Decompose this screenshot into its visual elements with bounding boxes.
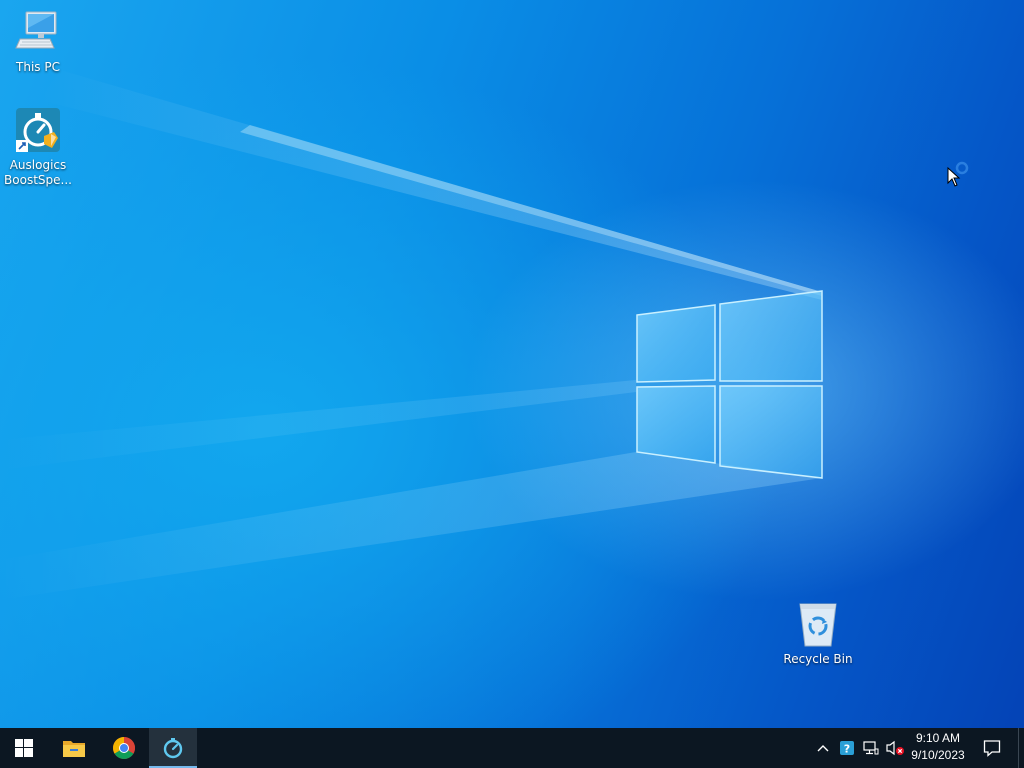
desktop[interactable]: This PC Auslogics BoostSpe... Recycle Bi… xyxy=(0,0,1024,728)
clock-time: 9:10 AM xyxy=(915,731,961,745)
google-chrome-icon xyxy=(113,737,135,759)
desktop-icon-auslogics-boostspeed[interactable]: Auslogics BoostSpe... xyxy=(0,106,76,188)
desktop-icon-label: Recycle Bin xyxy=(783,652,853,666)
desktop-icon-recycle-bin[interactable]: Recycle Bin xyxy=(780,600,856,667)
boostspeed-taskbar-button[interactable] xyxy=(149,728,197,768)
action-center-icon xyxy=(983,740,1001,757)
action-center-button[interactable] xyxy=(972,728,1012,768)
show-desktop-button[interactable] xyxy=(1018,728,1019,768)
wallpaper-light-beams xyxy=(0,70,823,600)
busy-cursor-icon xyxy=(947,161,969,187)
svg-text:?: ? xyxy=(844,743,850,756)
volume-button[interactable] xyxy=(884,728,906,768)
computer-monitor-icon xyxy=(14,8,62,56)
clock-date: 9/10/2023 xyxy=(911,748,965,762)
help-question-icon: ? xyxy=(840,741,854,756)
chevron-up-icon xyxy=(817,745,829,752)
chrome-button[interactable] xyxy=(100,728,148,768)
volume-muted-icon xyxy=(886,740,904,756)
desktop-icon-label: Auslogics BoostSpe... xyxy=(4,158,72,187)
auslogics-boostspeed-icon xyxy=(14,106,62,154)
windows-logo-glass xyxy=(636,290,823,479)
network-icon xyxy=(863,741,879,755)
auslogics-boostspeed-icon xyxy=(163,738,183,759)
show-hidden-icons-button[interactable] xyxy=(812,728,834,768)
clock[interactable]: 9:10 AM 9/10/2023 xyxy=(906,730,970,766)
desktop-icon-this-pc[interactable]: This PC xyxy=(0,8,76,75)
windows-start-icon xyxy=(15,739,33,757)
taskbar: ? 9:10 AM 9/10/2023 xyxy=(0,728,1024,768)
start-button[interactable] xyxy=(0,728,48,768)
desktop-icon-label: This PC xyxy=(16,60,60,74)
tray-help-button[interactable]: ? xyxy=(836,728,858,768)
network-button[interactable] xyxy=(860,728,882,768)
file-explorer-button[interactable] xyxy=(50,728,98,768)
recycle-bin-icon xyxy=(794,600,842,648)
file-explorer-icon xyxy=(63,741,85,757)
